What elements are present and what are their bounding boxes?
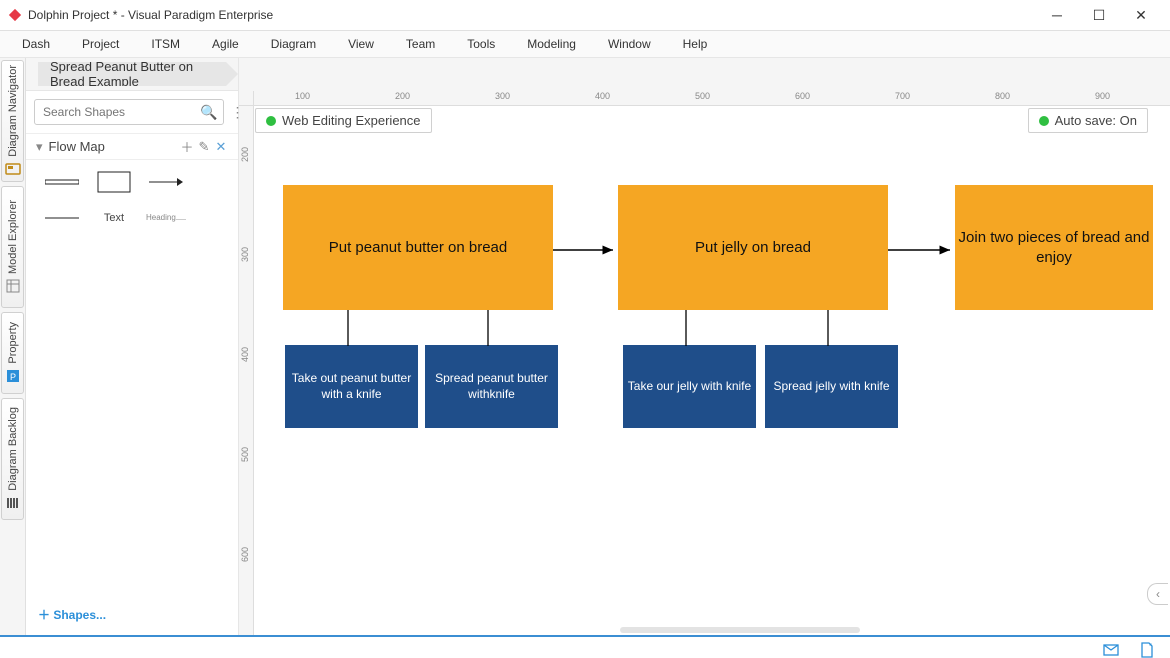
palette-section-title: Flow Map xyxy=(49,139,177,154)
backlog-icon xyxy=(5,495,21,511)
flow-step[interactable]: Join two pieces of bread and enjoy xyxy=(955,185,1153,310)
ruler-vertical: 200 300 400 500 600 xyxy=(239,105,254,635)
menu-bar: Dash Project ITSM Agile Diagram View Tea… xyxy=(0,31,1170,58)
app-logo-icon xyxy=(8,8,22,22)
side-tab-diagram-backlog[interactable]: Diagram Backlog xyxy=(1,398,24,520)
shape-heading-icon[interactable]: Heading xyxy=(146,206,186,230)
arrow-connector[interactable] xyxy=(888,245,956,255)
svg-text:P: P xyxy=(9,372,15,382)
side-tab-label: Property xyxy=(7,322,19,364)
palette-items: Text Heading xyxy=(26,160,238,240)
autosave-status: Auto save: On xyxy=(1028,108,1148,133)
side-tab-property[interactable]: Property P xyxy=(1,312,24,394)
canvas-area: + 100 200 300 400 500 600 700 800 900 20… xyxy=(239,58,1170,635)
title-bar: Dolphin Project * - Visual Paradigm Ente… xyxy=(0,0,1170,31)
breadcrumb[interactable]: Spread Peanut Butter on Bread Example xyxy=(38,62,238,86)
diagram-navigator-icon xyxy=(5,161,21,177)
menu-itsm[interactable]: ITSM xyxy=(149,33,182,55)
flow-substep[interactable]: Spread jelly with knife xyxy=(765,345,898,428)
horizontal-scrollbar[interactable] xyxy=(620,627,860,633)
menu-help[interactable]: Help xyxy=(681,33,710,55)
menu-team[interactable]: Team xyxy=(404,33,437,55)
model-explorer-icon xyxy=(5,278,21,294)
close-button[interactable]: ✕ xyxy=(1120,0,1162,30)
status-bar xyxy=(0,635,1170,658)
shape-rect-icon[interactable] xyxy=(94,170,134,194)
line-connector[interactable] xyxy=(684,310,688,346)
flow-substep[interactable]: Take out peanut butter with a knife xyxy=(285,345,418,428)
palette-section-header[interactable]: ▾ Flow Map ＋ ✎ ✕ xyxy=(26,133,238,160)
side-tab-label: Model Explorer xyxy=(7,200,19,274)
shapes-link[interactable]: ＋ Shapes... xyxy=(38,608,106,622)
menu-agile[interactable]: Agile xyxy=(210,33,241,55)
side-tab-model-explorer[interactable]: Model Explorer xyxy=(1,186,24,308)
arrow-connector[interactable] xyxy=(553,245,619,255)
menu-window[interactable]: Window xyxy=(606,33,653,55)
shape-line-icon[interactable] xyxy=(42,206,82,230)
expand-icon: ▾ xyxy=(36,139,43,155)
side-tab-label: Diagram Navigator xyxy=(7,65,19,157)
breadcrumb-bar: Spread Peanut Butter on Bread Example xyxy=(26,58,238,91)
status-dot-icon xyxy=(1039,116,1049,126)
search-field[interactable] xyxy=(41,104,200,120)
ruler-corner xyxy=(239,91,254,106)
mail-icon[interactable] xyxy=(1103,642,1119,658)
shape-bar-icon[interactable] xyxy=(42,170,82,194)
menu-dash[interactable]: Dash xyxy=(20,33,52,55)
status-dot-icon xyxy=(266,116,276,126)
search-input[interactable]: 🔍 xyxy=(34,99,224,125)
line-connector[interactable] xyxy=(486,310,490,346)
shape-arrow-icon[interactable] xyxy=(146,170,186,194)
diagram-canvas[interactable]: Put peanut butter on bread Put jelly on … xyxy=(253,105,1170,635)
flow-substep[interactable]: Spread peanut butter withknife xyxy=(425,345,558,428)
flow-step[interactable]: Put peanut butter on bread xyxy=(283,185,553,310)
menu-tools[interactable]: Tools xyxy=(465,33,497,55)
side-tab-label: Diagram Backlog xyxy=(7,407,19,491)
line-connector[interactable] xyxy=(826,310,830,346)
minimize-button[interactable]: ─ xyxy=(1036,0,1078,30)
side-tab-diagram-navigator[interactable]: Diagram Navigator xyxy=(1,60,24,182)
document-icon[interactable] xyxy=(1139,642,1155,658)
flow-substep[interactable]: Take our jelly with knife xyxy=(623,345,756,428)
side-tab-strip: Diagram Navigator Model Explorer Propert… xyxy=(0,58,26,635)
palette-panel: Spread Peanut Butter on Bread Example 🔍 … xyxy=(26,58,239,635)
search-icon[interactable]: 🔍 xyxy=(200,104,217,121)
menu-project[interactable]: Project xyxy=(80,33,121,55)
window-title: Dolphin Project * - Visual Paradigm Ente… xyxy=(28,8,1036,22)
collapse-right-panel-button[interactable]: ‹ xyxy=(1147,583,1168,605)
line-connector[interactable] xyxy=(346,310,350,346)
add-icon[interactable]: ＋ xyxy=(180,137,194,156)
menu-diagram[interactable]: Diagram xyxy=(269,33,318,55)
property-icon: P xyxy=(5,368,21,384)
ruler-horizontal: 100 200 300 400 500 600 700 800 900 xyxy=(253,91,1170,106)
shape-text-icon[interactable]: Text xyxy=(94,206,134,230)
menu-view[interactable]: View xyxy=(346,33,376,55)
menu-modeling[interactable]: Modeling xyxy=(525,33,578,55)
flow-step[interactable]: Put jelly on bread xyxy=(618,185,888,310)
maximize-button[interactable]: ☐ xyxy=(1078,0,1120,30)
close-icon[interactable]: ✕ xyxy=(214,139,228,155)
edit-icon[interactable]: ✎ xyxy=(197,139,211,155)
editing-status: Web Editing Experience xyxy=(255,108,432,133)
